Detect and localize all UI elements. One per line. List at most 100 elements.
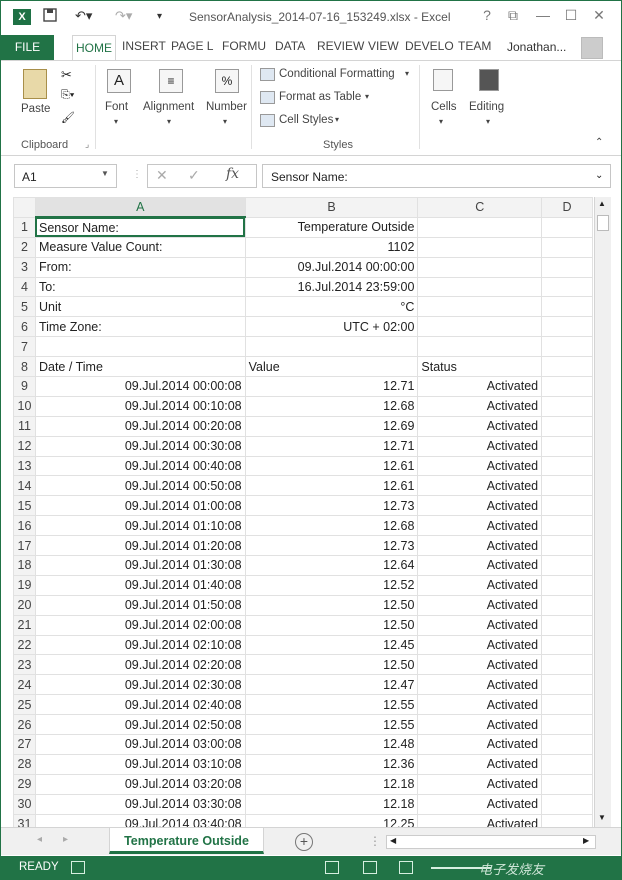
binoculars-icon[interactable] bbox=[479, 69, 499, 91]
scroll-down-icon[interactable]: ▼ bbox=[598, 813, 606, 822]
cell-status[interactable]: Activated bbox=[417, 734, 543, 755]
cell-value[interactable]: 12.52 bbox=[244, 574, 419, 596]
cell-d[interactable] bbox=[541, 555, 593, 576]
cell-datetime[interactable]: 09.Jul.2014 00:00:08 bbox=[34, 376, 246, 397]
number-group-button[interactable]: Number bbox=[206, 101, 247, 113]
row-header[interactable]: 15 bbox=[13, 495, 36, 517]
row-header[interactable]: 19 bbox=[13, 574, 36, 596]
redo-icon[interactable]: ↷▾ bbox=[115, 8, 132, 24]
cell-value[interactable]: 12.71 bbox=[244, 435, 419, 457]
cell-datetime[interactable]: 09.Jul.2014 01:00:08 bbox=[34, 495, 246, 517]
tab-developer[interactable]: DEVELO bbox=[405, 39, 454, 53]
scrollbar-thumb[interactable] bbox=[597, 215, 609, 231]
cell-status[interactable]: Activated bbox=[417, 674, 543, 696]
ribbon-display-button[interactable]: ⧉ bbox=[503, 7, 523, 24]
sheet-tab-temperature-outside[interactable]: Temperature Outside bbox=[109, 828, 264, 854]
chevron-down-icon[interactable]: ▾ bbox=[223, 117, 227, 126]
paste-button[interactable]: Paste bbox=[21, 103, 50, 115]
horizontal-scrollbar[interactable]: ◀ ▶ bbox=[386, 835, 596, 849]
cell-d[interactable] bbox=[541, 654, 593, 676]
row-header[interactable]: 26 bbox=[13, 714, 36, 736]
row-header[interactable]: 13 bbox=[13, 455, 36, 477]
row-header[interactable]: 14 bbox=[13, 475, 36, 497]
cell-d[interactable] bbox=[541, 236, 593, 258]
cell-b[interactable]: Value bbox=[244, 356, 419, 378]
tab-file[interactable]: FILE bbox=[1, 35, 54, 60]
cell-datetime[interactable]: 09.Jul.2014 02:40:08 bbox=[34, 694, 246, 716]
cell-c[interactable] bbox=[417, 316, 543, 338]
scroll-right-icon[interactable]: ▶ bbox=[583, 836, 589, 845]
cell-status[interactable]: Activated bbox=[417, 455, 543, 477]
row-header[interactable]: 31 bbox=[13, 813, 36, 827]
close-button[interactable]: ✕ bbox=[589, 7, 609, 24]
alignment-group-button[interactable]: Alignment bbox=[143, 101, 194, 113]
cell-d[interactable] bbox=[541, 614, 593, 636]
cell-datetime[interactable]: 09.Jul.2014 00:20:08 bbox=[34, 415, 246, 437]
cell-d[interactable] bbox=[541, 734, 593, 755]
next-sheet-icon[interactable]: ▸ bbox=[63, 834, 68, 845]
row-header[interactable]: 9 bbox=[13, 376, 36, 397]
chevron-down-icon[interactable]: ▾ bbox=[335, 115, 339, 124]
cell-d[interactable] bbox=[541, 475, 593, 497]
tab-view[interactable]: VIEW bbox=[368, 39, 399, 53]
row-header[interactable]: 17 bbox=[13, 535, 36, 557]
user-account-name[interactable]: Jonathan... bbox=[507, 40, 566, 54]
cell-datetime[interactable]: 09.Jul.2014 01:40:08 bbox=[34, 574, 246, 596]
tab-team[interactable]: TEAM bbox=[458, 39, 491, 53]
cell-a[interactable] bbox=[34, 336, 246, 358]
row-header[interactable]: 22 bbox=[13, 634, 36, 656]
tab-formulas[interactable]: FORMU bbox=[222, 39, 266, 53]
cell-d[interactable] bbox=[541, 694, 593, 716]
normal-view-icon[interactable] bbox=[325, 861, 339, 874]
tab-data[interactable]: DATA bbox=[275, 39, 305, 53]
chevron-down-icon[interactable]: ▾ bbox=[486, 117, 490, 126]
cell-datetime[interactable]: 09.Jul.2014 00:30:08 bbox=[34, 435, 246, 457]
cell-d[interactable] bbox=[541, 216, 593, 238]
cell-value[interactable]: 12.50 bbox=[244, 594, 419, 616]
cell-d[interactable] bbox=[541, 376, 593, 397]
cell-value[interactable]: 12.64 bbox=[244, 555, 419, 576]
cell-status[interactable]: Activated bbox=[417, 654, 543, 676]
cell-datetime[interactable]: 09.Jul.2014 03:00:08 bbox=[34, 734, 246, 755]
cell-value[interactable]: 12.55 bbox=[244, 714, 419, 736]
row-header[interactable]: 24 bbox=[13, 674, 36, 696]
cell-datetime[interactable]: 09.Jul.2014 01:50:08 bbox=[34, 594, 246, 616]
cell-d[interactable] bbox=[541, 634, 593, 656]
tab-home[interactable]: HOME bbox=[72, 35, 116, 61]
tab-insert[interactable]: INSERT bbox=[122, 39, 166, 53]
conditional-formatting-button[interactable]: Conditional Formatting bbox=[279, 68, 395, 80]
column-header-a[interactable]: A bbox=[34, 197, 246, 219]
macro-recording-icon[interactable] bbox=[71, 861, 85, 874]
cell-d[interactable] bbox=[541, 316, 593, 338]
cell-value[interactable]: 12.73 bbox=[244, 535, 419, 557]
cell-a[interactable]: Unit bbox=[34, 296, 246, 318]
cell-datetime[interactable]: 09.Jul.2014 03:40:08 bbox=[34, 813, 246, 827]
cell-b[interactable]: °C bbox=[244, 296, 419, 318]
cell-status[interactable]: Activated bbox=[417, 694, 543, 716]
cell-c[interactable] bbox=[417, 236, 543, 258]
cell-d[interactable] bbox=[541, 793, 593, 815]
cell-value[interactable]: 12.69 bbox=[244, 415, 419, 437]
row-header[interactable]: 11 bbox=[13, 415, 36, 437]
cell-datetime[interactable]: 09.Jul.2014 00:50:08 bbox=[34, 475, 246, 497]
cell-value[interactable]: 12.55 bbox=[244, 694, 419, 716]
cell-status[interactable]: Activated bbox=[417, 813, 543, 827]
cell-d[interactable] bbox=[541, 813, 593, 827]
cell-d[interactable] bbox=[541, 714, 593, 736]
row-header[interactable]: 25 bbox=[13, 694, 36, 716]
row-header[interactable]: 7 bbox=[13, 336, 36, 358]
cell-value[interactable]: 12.73 bbox=[244, 495, 419, 517]
cell-datetime[interactable]: 09.Jul.2014 03:20:08 bbox=[34, 773, 246, 795]
row-header[interactable]: 29 bbox=[13, 773, 36, 795]
cell-value[interactable]: 12.71 bbox=[244, 376, 419, 397]
enter-icon[interactable]: ✓ bbox=[188, 167, 200, 184]
cell-status[interactable]: Activated bbox=[417, 435, 543, 457]
cells-icon[interactable] bbox=[433, 69, 453, 91]
row-header[interactable]: 6 bbox=[13, 316, 36, 338]
chevron-down-icon[interactable]: ▾ bbox=[114, 117, 118, 126]
cell-d[interactable] bbox=[541, 415, 593, 437]
row-header[interactable]: 12 bbox=[13, 435, 36, 457]
cell-d[interactable] bbox=[541, 515, 593, 537]
cell-d[interactable] bbox=[541, 535, 593, 557]
cell-d[interactable] bbox=[541, 574, 593, 596]
